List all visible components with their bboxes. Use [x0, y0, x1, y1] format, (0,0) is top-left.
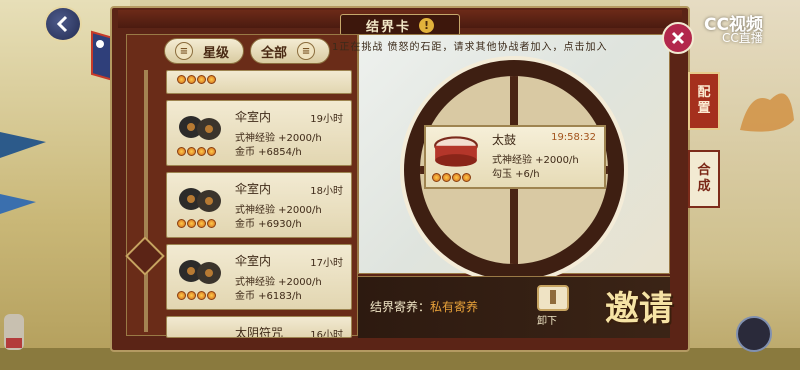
- star-icon: [207, 147, 216, 156]
- star-icon: [177, 75, 186, 84]
- card-name: 伞室内: [235, 110, 272, 124]
- card-name: 太鼓: [492, 133, 517, 147]
- star-rating: [432, 173, 471, 182]
- umbrella-room-icon: [179, 188, 221, 212]
- star-icon: [197, 75, 206, 84]
- list-item[interactable]: 伞室内 19小时 式神经验 +2000/h 金币 +6854/h: [166, 100, 352, 166]
- side-label-bottom: 成: [697, 179, 711, 194]
- fox-spirit-icon: [740, 93, 794, 132]
- card-countdown: 19:58:32: [551, 132, 596, 143]
- star-icon: [207, 219, 216, 228]
- star-icon: [177, 291, 186, 300]
- umbrella-room-icon: [179, 260, 221, 284]
- close-icon: [671, 31, 685, 45]
- chat-button[interactable]: [736, 316, 772, 352]
- star-icon: [177, 219, 186, 228]
- star-icon: [432, 173, 441, 182]
- blue-pennant-icon: [0, 194, 36, 214]
- warning-icon[interactable]: !: [419, 17, 434, 33]
- card-name: 伞室内: [235, 182, 272, 196]
- star-icon: [187, 291, 196, 300]
- filter-icon: ≡: [297, 42, 316, 60]
- star-icon: [197, 219, 206, 228]
- card-time: 19小时: [310, 114, 343, 125]
- unload-button[interactable]: 卸下: [537, 312, 557, 327]
- card-time: 18小时: [310, 186, 343, 197]
- blue-pennant-icon: [0, 132, 46, 158]
- chevron-left-icon: [56, 15, 68, 33]
- scroll-track: [144, 70, 148, 332]
- side-label-bottom: 置: [697, 101, 711, 116]
- star-icon: [187, 219, 196, 228]
- tab-label: 全部: [261, 45, 288, 61]
- tab-synthesize[interactable]: 合 成: [688, 150, 720, 208]
- back-button[interactable]: [44, 6, 82, 42]
- star-icon: [187, 147, 196, 156]
- star-icon: [207, 75, 216, 84]
- tab-label: 星级: [203, 45, 230, 61]
- assist-notice[interactable]: 1正在挑战 愤怒的石距，请求其他协战者加入，点击加入: [332, 38, 608, 53]
- side-label-top: 配: [697, 85, 711, 100]
- star-rating: [177, 219, 216, 228]
- foster-value: 私有寄养: [430, 300, 479, 314]
- filter-tabs: ≡ 星级 全部 ≡: [164, 38, 330, 64]
- card-jade: 勾玉 +6/h: [492, 169, 540, 180]
- invite-button[interactable]: 邀请: [594, 270, 684, 340]
- card-exp: 式神经验 +2000/h: [235, 133, 322, 144]
- card-exp: 式神经验 +2000/h: [235, 277, 322, 288]
- tab-all[interactable]: 全部 ≡: [250, 38, 330, 64]
- card-name: 太阴符咒: [235, 326, 284, 338]
- star-icon: [452, 173, 461, 182]
- star-icon: [462, 173, 471, 182]
- taiko-drum-icon: [434, 136, 478, 167]
- close-button[interactable]: [662, 22, 694, 54]
- card-gold: 金币 +6183/h: [235, 291, 302, 302]
- card-time: 16小时: [310, 330, 343, 338]
- umbrella-room-icon: [179, 116, 221, 140]
- list-item[interactable]: [166, 70, 352, 94]
- card-name: 伞室内: [235, 254, 272, 268]
- list-item[interactable]: 太阴符咒 16小时: [166, 316, 352, 338]
- list-item[interactable]: 伞室内 18小时 式神经验 +2000/h 金币 +6930/h: [166, 172, 352, 238]
- star-icon: [187, 75, 196, 84]
- star-icon: [442, 173, 451, 182]
- foster-label: 结界寄养：: [370, 300, 431, 314]
- character-sprite-icon: [4, 314, 24, 350]
- title-banner: 结界卡 !: [340, 14, 460, 36]
- invite-label: 邀请: [605, 288, 673, 329]
- selected-card[interactable]: 太鼓 19:58:32 式神经验 +2000/h 勾玉 +6/h: [424, 125, 606, 189]
- card-gold: 金币 +6930/h: [235, 219, 302, 230]
- star-icon: [207, 291, 216, 300]
- list-item[interactable]: 伞室内 17小时 式神经验 +2000/h 金币 +6183/h: [166, 244, 352, 310]
- star-icon: [197, 147, 206, 156]
- star-rating: [177, 291, 216, 300]
- star-icon: [177, 147, 186, 156]
- card-time: 17小时: [310, 258, 343, 269]
- card-exp: 式神经验 +2000/h: [235, 205, 322, 216]
- watermark-sub: CC直播: [722, 31, 763, 45]
- tab-configure[interactable]: 配 置: [688, 72, 720, 130]
- page-title: 结界卡: [365, 19, 411, 35]
- star-rating: [177, 147, 216, 156]
- tab-star-level[interactable]: ≡ 星级: [164, 38, 244, 64]
- star-rating: [177, 75, 216, 84]
- filter-icon: ≡: [175, 42, 193, 60]
- star-icon: [197, 291, 206, 300]
- card-gold: 金币 +6854/h: [235, 147, 302, 158]
- side-label-top: 合: [697, 163, 711, 178]
- card-exp: 式神经验 +2000/h: [492, 155, 579, 166]
